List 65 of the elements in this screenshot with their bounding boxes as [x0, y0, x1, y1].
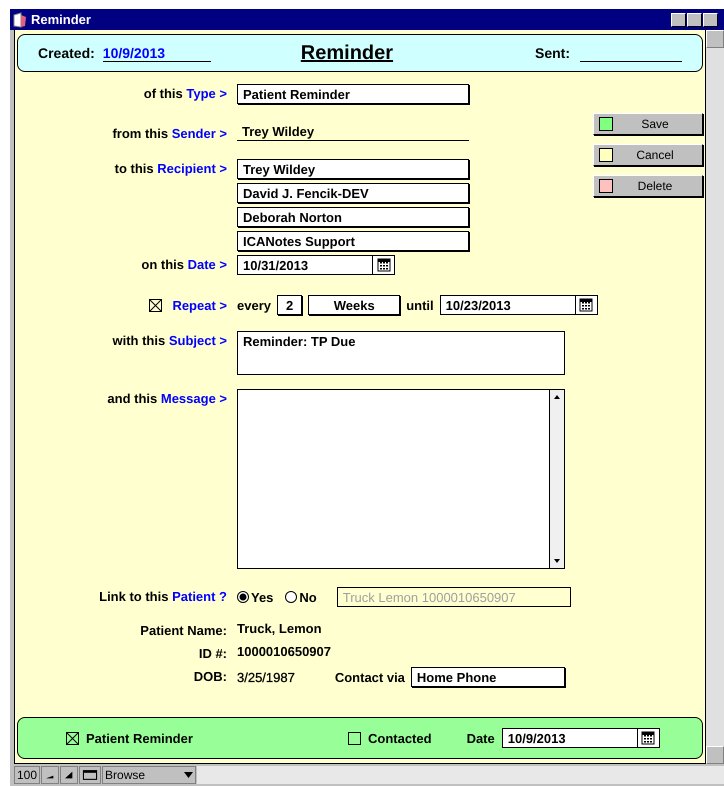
- maximize-button[interactable]: [687, 12, 702, 26]
- window-title: Reminder: [31, 12, 91, 27]
- unit-dropdown[interactable]: Weeks: [308, 295, 400, 315]
- recipient-field[interactable]: Deborah Norton: [237, 207, 469, 227]
- scroll-down-button[interactable]: [706, 746, 724, 764]
- created-date: 10/9/2013: [102, 44, 211, 62]
- interval-field[interactable]: 2: [276, 295, 302, 315]
- sender-label: from this Sender >: [111, 125, 227, 141]
- subject-field[interactable]: Reminder: TP Due: [237, 331, 565, 375]
- recipient-field[interactable]: David J. Fencik-DEV: [237, 183, 469, 203]
- link-label: Link to this Patient ?: [98, 588, 227, 606]
- radio-label: No: [299, 590, 317, 604]
- patient-id: 1000010650907: [237, 644, 332, 661]
- minimize-button[interactable]: [671, 12, 686, 26]
- id-label: ID #:: [198, 645, 227, 661]
- sender-field[interactable]: Trey Wildey: [237, 124, 469, 141]
- action-button[interactable]: Cancel: [593, 144, 703, 166]
- action-button[interactable]: Save: [593, 113, 703, 135]
- calendar-icon[interactable]: [579, 298, 594, 312]
- radio-button[interactable]: [285, 591, 298, 603]
- calendar-icon[interactable]: [376, 258, 390, 272]
- checkbox[interactable]: [66, 732, 79, 744]
- contact-date-field[interactable]: 10/9/2013: [502, 728, 638, 748]
- patient-name: Truck, Lemon: [237, 621, 323, 638]
- contact-label: Contact via: [334, 670, 405, 684]
- scroll-up-button[interactable]: [706, 30, 724, 48]
- patient-name-label: Patient Name:: [139, 622, 227, 638]
- calendar-icon[interactable]: [641, 731, 656, 745]
- app-icon: [12, 12, 28, 28]
- until-label: until: [406, 298, 434, 312]
- caret-icon: [184, 772, 194, 778]
- zoom-out-icon[interactable]: [41, 766, 60, 784]
- zoom-level[interactable]: 100: [14, 766, 40, 784]
- date-label: Date: [466, 730, 495, 746]
- type-label: of this Type >: [142, 85, 227, 103]
- horizontal-scrollbar[interactable]: [197, 766, 724, 784]
- close-button[interactable]: [703, 12, 718, 26]
- status-toggle-icon[interactable]: [79, 766, 102, 784]
- form-title: Reminder: [300, 42, 394, 64]
- mode-dropdown[interactable]: Browse: [102, 766, 196, 784]
- message-field[interactable]: [237, 389, 565, 569]
- action-button[interactable]: Delete: [593, 175, 703, 197]
- every-label: every: [237, 298, 271, 312]
- repeat-label: Repeat >: [172, 298, 227, 312]
- date-field[interactable]: 10/31/2013: [237, 255, 373, 275]
- created-label: Created:: [38, 45, 95, 61]
- date-label: on this Date >: [140, 256, 227, 274]
- dob-value: 3/25/1987: [237, 670, 295, 684]
- zoom-in-icon[interactable]: [60, 766, 78, 784]
- radio-label: Yes: [251, 590, 274, 604]
- type-field[interactable]: Patient Reminder: [237, 84, 469, 104]
- until-date-field[interactable]: 10/23/2013: [440, 295, 576, 315]
- sent-label: Sent:: [535, 45, 570, 61]
- checkbox[interactable]: [348, 732, 361, 744]
- recipient-field[interactable]: Trey Wildey: [237, 159, 469, 179]
- radio-button[interactable]: [237, 591, 249, 603]
- subject-label: with this Subject >: [111, 332, 227, 350]
- message-label: and this Message >: [106, 390, 227, 408]
- recipient-label: to this Recipient >: [114, 160, 227, 178]
- patient-reminder-label: Patient Reminder: [86, 730, 194, 746]
- contacted-label: Contacted: [368, 730, 432, 746]
- dob-label: DOB:: [192, 668, 227, 686]
- checkbox[interactable]: [149, 298, 162, 312]
- recipient-field[interactable]: ICANotes Support: [237, 231, 469, 251]
- contact-dropdown[interactable]: Home Phone: [410, 667, 565, 687]
